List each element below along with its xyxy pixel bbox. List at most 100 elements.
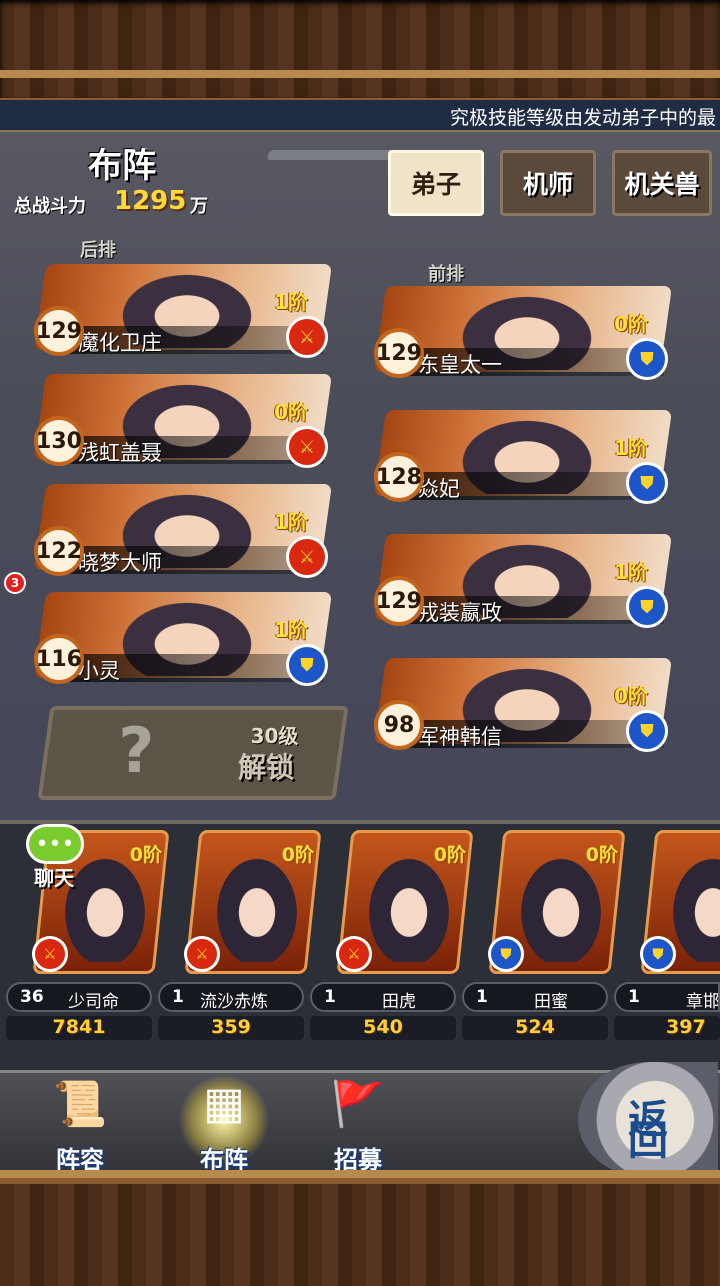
hero-name: 流沙赤炼 <box>200 992 268 1012</box>
sword-icon: ⚔ <box>286 536 328 578</box>
frame-rail <box>0 70 720 78</box>
hero-rank: 0阶 <box>129 844 162 866</box>
ticker-banner: 究极技能等级由发动弟子中的最 <box>0 100 720 132</box>
front-hero-slot-2[interactable]: 焱妃 128 1阶 ⛊ <box>373 410 673 504</box>
hero-name: 东皇太一 <box>418 353 502 377</box>
reserve-info-2: 1 流沙赤炼 <box>158 982 304 1012</box>
frame-rail <box>0 1170 720 1178</box>
front-row-label: 前排 <box>428 264 464 285</box>
sword-decoration <box>266 150 400 160</box>
reserve-card-4[interactable]: 0阶 ⛊ <box>486 830 626 978</box>
notification-badge[interactable]: 3 <box>4 572 26 594</box>
back-hero-slot-3[interactable]: 晓梦大师 122 1阶 ⚔ <box>33 484 333 578</box>
hero-name: 少司命 <box>68 992 119 1012</box>
back-hero-slot-2[interactable]: 残虹盖聂 130 0阶 ⚔ <box>33 374 333 468</box>
back-row-label: 后排 <box>80 240 116 261</box>
hero-level: 98 <box>374 700 424 750</box>
hero-rank: 0阶 <box>614 684 648 708</box>
shield-icon: ⛊ <box>286 644 328 686</box>
shield-icon: ⛊ <box>488 936 524 972</box>
back-button[interactable]: 返 回 <box>578 1062 718 1178</box>
hero-name: 田蜜 <box>534 992 568 1012</box>
hero-level: 116 <box>34 634 84 684</box>
nav-recruit[interactable]: 🚩 招募 <box>298 1070 418 1180</box>
hero-level: 1 <box>476 987 488 1007</box>
tab-beasts[interactable]: 机关兽 <box>612 150 712 216</box>
reserve-card-2[interactable]: 0阶 ⚔ <box>182 830 322 978</box>
scroll-icon: 📜 <box>52 1079 108 1130</box>
hero-rank: 0阶 <box>274 400 308 424</box>
hero-portrait <box>364 852 454 962</box>
front-hero-slot-1[interactable]: 东皇太一 129 0阶 ⛊ <box>373 286 673 380</box>
shield-icon: ⛊ <box>626 586 668 628</box>
reserve-card-3[interactable]: 0阶 ⚔ <box>334 830 474 978</box>
hero-portrait <box>212 852 302 962</box>
hero-name: 残虹盖聂 <box>78 441 162 465</box>
hero-power: 540 <box>310 1016 456 1040</box>
nav-lineup[interactable]: 📜 阵容 <box>20 1070 140 1180</box>
flag-icon: 🚩 <box>330 1079 386 1130</box>
reserve-info-4: 1 田蜜 <box>462 982 608 1012</box>
nav-formation[interactable]: ▦ 布阵 <box>164 1070 284 1180</box>
top-wood-frame <box>0 0 720 104</box>
hero-level: 130 <box>34 416 84 466</box>
ticker-text: 究极技能等级由发动弟子中的最 <box>449 107 716 129</box>
board-icon: ▦ <box>203 1078 245 1129</box>
hero-power: 397 <box>614 1016 720 1040</box>
chat-bubble-icon: ••• <box>26 824 84 864</box>
hero-level: 36 <box>20 987 44 1007</box>
hero-power: 524 <box>462 1016 608 1040</box>
chat-label: 聊天 <box>34 866 74 890</box>
tab-disciples[interactable]: 弟子 <box>388 150 484 216</box>
hero-name: 戎装嬴政 <box>418 601 502 625</box>
sword-icon: ⚔ <box>184 936 220 972</box>
hero-name: 晓梦大师 <box>78 551 162 575</box>
reserve-info-5: 1 章邯 <box>614 982 720 1012</box>
total-power-unit: 万 <box>190 196 208 217</box>
hero-portrait <box>668 852 720 962</box>
hero-level: 129 <box>374 328 424 378</box>
chat-button[interactable]: ••• 聊天 <box>4 822 90 892</box>
hero-level: 129 <box>34 306 84 356</box>
locked-slot[interactable]: ? 30级 解锁 <box>37 706 349 800</box>
back-label-2: 回 <box>628 1118 668 1164</box>
reserve-info-1: 36 少司命 <box>6 982 152 1012</box>
shield-icon: ⛊ <box>626 338 668 380</box>
hero-level: 122 <box>34 526 84 576</box>
hero-name: 魔化卫庄 <box>78 331 162 355</box>
hero-name: 军神韩信 <box>418 725 502 749</box>
hero-rank: 1阶 <box>614 560 648 584</box>
reserve-info-3: 1 田虎 <box>310 982 456 1012</box>
hero-rank: 0阶 <box>585 844 618 866</box>
question-mark-icon: ? <box>118 714 155 787</box>
hero-rank: 1阶 <box>274 618 308 642</box>
hero-rank: 1阶 <box>274 510 308 534</box>
shield-icon: ⛊ <box>626 710 668 752</box>
hero-level: 1 <box>172 987 184 1007</box>
hero-name: 章邯 <box>686 992 720 1012</box>
page-title: 布阵 <box>88 146 156 186</box>
sword-icon: ⚔ <box>336 936 372 972</box>
unlock-label: 解锁 <box>238 751 295 784</box>
hero-rank: 0阶 <box>281 844 314 866</box>
hero-level: 128 <box>374 452 424 502</box>
sword-icon: ⚔ <box>286 316 328 358</box>
shield-icon: ⛊ <box>626 462 668 504</box>
hero-name: 小灵 <box>78 659 120 683</box>
hero-level: 1 <box>628 987 640 1007</box>
bottom-wood-frame <box>0 1178 720 1286</box>
front-hero-slot-3[interactable]: 戎装嬴政 129 1阶 ⛊ <box>373 534 673 628</box>
sword-icon: ⚔ <box>286 426 328 468</box>
back-hero-slot-1[interactable]: 魔化卫庄 129 1阶 ⚔ <box>33 264 333 358</box>
hero-power: 7841 <box>6 1016 152 1040</box>
hero-rank: 1阶 <box>274 290 308 314</box>
total-power-value: 1295 <box>114 186 187 216</box>
hero-level: 1 <box>324 987 336 1007</box>
hero-name: 田虎 <box>382 992 416 1012</box>
reserve-card-5[interactable]: ⛊ <box>638 830 720 978</box>
back-hero-slot-4[interactable]: 小灵 116 1阶 ⛊ <box>33 592 333 686</box>
hero-name: 焱妃 <box>418 477 460 501</box>
unlock-level: 30级 <box>250 724 299 748</box>
tab-mechanics[interactable]: 机师 <box>500 150 596 216</box>
front-hero-slot-4[interactable]: 军神韩信 98 0阶 ⛊ <box>373 658 673 752</box>
